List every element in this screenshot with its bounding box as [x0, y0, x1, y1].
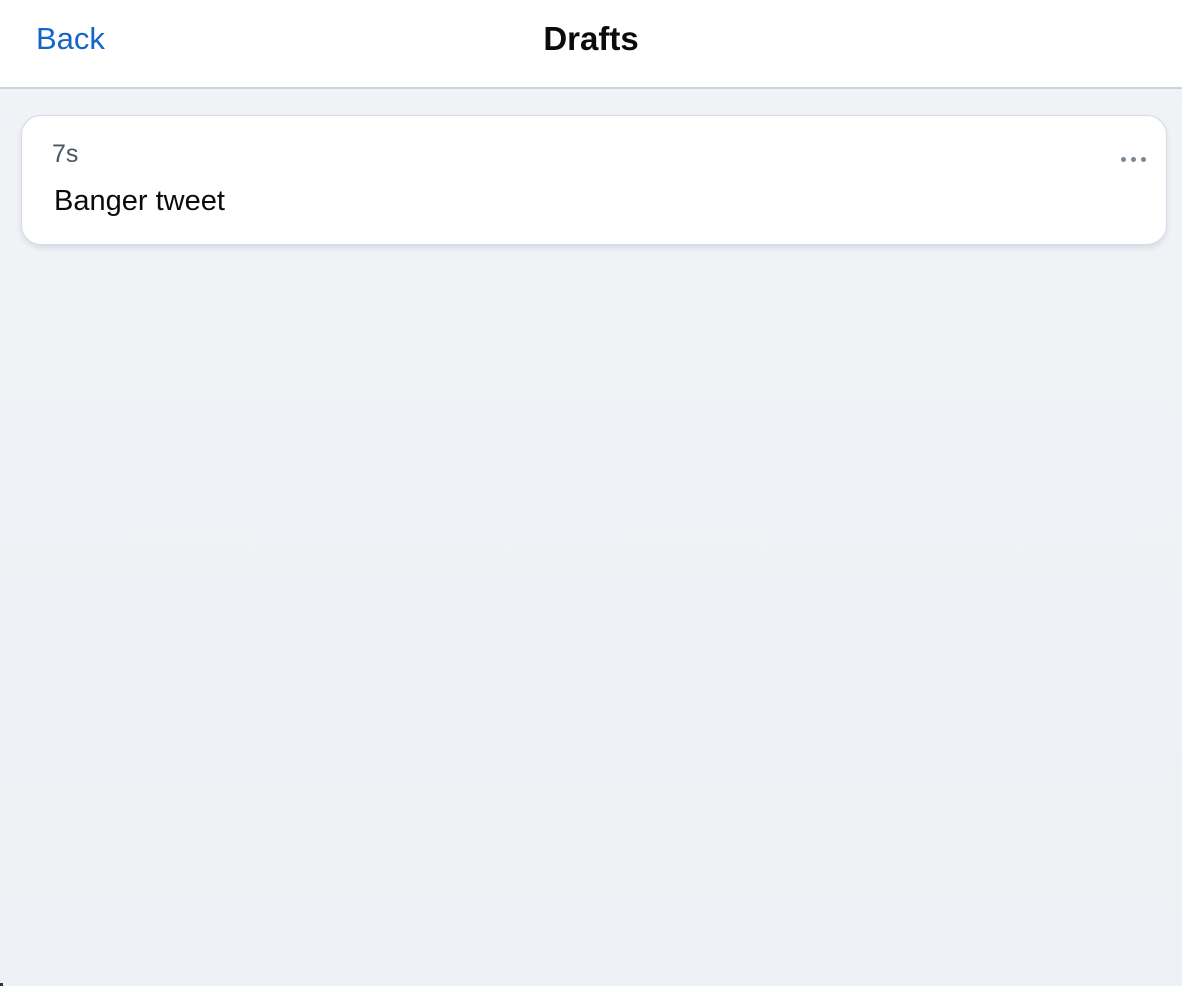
more-horizontal-icon: [1120, 156, 1146, 162]
draft-text: Banger tweet: [54, 185, 225, 217]
draft-list: 7s Banger tweet: [21, 115, 1167, 245]
page-title: Drafts: [543, 20, 639, 57]
draft-item[interactable]: 7s Banger tweet: [21, 115, 1167, 245]
draft-more-button[interactable]: [1114, 144, 1152, 174]
drafts-screen: Back Drafts 7s Banger tweet: [0, 0, 1182, 986]
navigation-header: Back Drafts: [0, 0, 1182, 89]
back-button[interactable]: Back: [36, 20, 105, 58]
draft-timestamp: 7s: [52, 140, 79, 168]
